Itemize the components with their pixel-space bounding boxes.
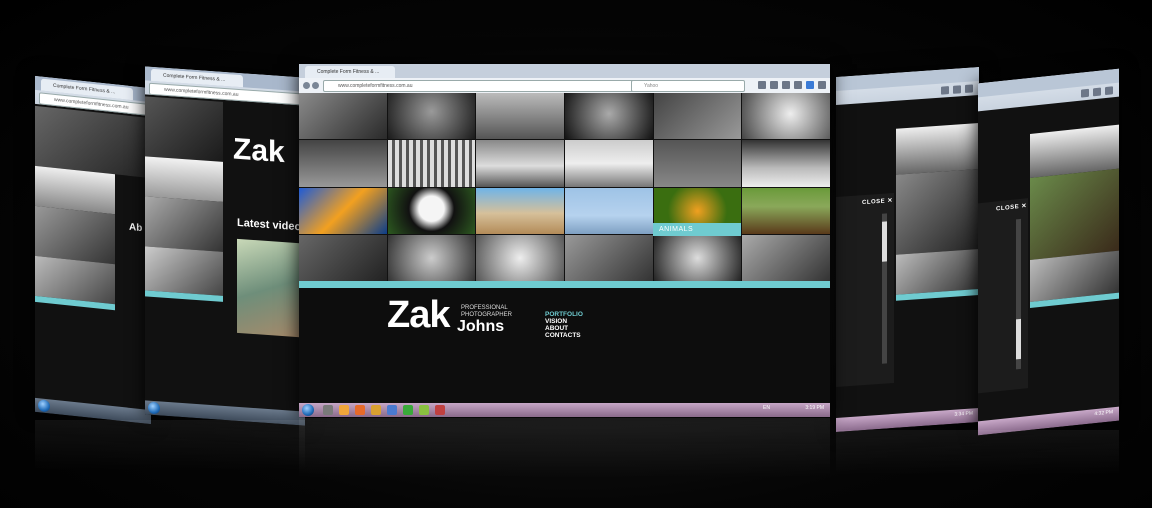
sync-icon[interactable]	[806, 81, 814, 89]
photo-tile[interactable]	[564, 234, 653, 281]
photo-tile	[145, 246, 223, 296]
photo-tile[interactable]	[299, 93, 387, 140]
menu-icon[interactable]	[965, 84, 973, 93]
home-icon[interactable]	[1093, 87, 1101, 97]
photo-grid	[299, 93, 830, 281]
taskbar-clock: 3:34 PM	[954, 410, 973, 418]
photo-tile[interactable]	[387, 234, 476, 281]
tab-bar: Complete Form Fitness & ...	[299, 64, 830, 78]
photo-tile[interactable]	[564, 140, 653, 187]
photo-tile[interactable]	[653, 93, 742, 140]
section-heading: Latest video	[237, 216, 302, 234]
photo-tile	[145, 96, 223, 162]
brand-logo[interactable]: Zak PROFESSIONAL PHOTOGRAPHER Johns	[387, 294, 512, 336]
photo-tile[interactable]	[742, 234, 830, 281]
floor-reflection	[35, 420, 305, 470]
scrollbar-thumb[interactable]	[1016, 318, 1021, 360]
photo-tile[interactable]	[387, 140, 476, 187]
brand-subtitle: PROFESSIONAL PHOTOGRAPHER	[461, 305, 512, 318]
menu-icon[interactable]	[818, 81, 826, 89]
brand-last-name: Johns	[457, 318, 505, 335]
photo-tile	[35, 205, 115, 265]
left-browser-window: Complete Form Fitness & ... www.complete…	[35, 75, 151, 425]
taskbar-app-icon[interactable]	[419, 405, 429, 415]
taskbar-app-icon[interactable]	[339, 405, 349, 415]
brand-first-name: Zak	[387, 294, 450, 336]
category-label[interactable]: ANIMALS	[653, 223, 741, 236]
photo-tile	[145, 156, 223, 202]
start-orb-icon[interactable]	[38, 399, 50, 413]
menu-item-vision[interactable]: VISION	[545, 318, 583, 325]
menu-icon[interactable]	[1105, 86, 1113, 96]
section-heading: Ab	[129, 221, 143, 235]
photo-tile[interactable]	[476, 234, 564, 281]
right-browser-window: CLOSE ✕ 3:34 PM	[836, 67, 979, 432]
star-icon[interactable]	[941, 86, 949, 95]
home-icon[interactable]	[953, 85, 961, 94]
scrollbar-thumb[interactable]	[882, 221, 887, 262]
start-orb-icon[interactable]	[148, 401, 160, 415]
star-icon[interactable]	[1081, 88, 1089, 98]
teal-band	[299, 281, 830, 288]
photo-tile	[896, 169, 979, 255]
photo-tile[interactable]	[653, 234, 742, 281]
photo-tile[interactable]	[299, 140, 387, 187]
download-icon[interactable]	[782, 81, 790, 89]
star-icon[interactable]	[758, 81, 766, 89]
main-menu: PORTFOLIO VISION ABOUT CONTACTS	[545, 311, 583, 339]
scrollbar[interactable]	[1016, 218, 1021, 370]
taskbar-app-icon[interactable]	[403, 405, 413, 415]
right-browser-window-2: CLOSE ✕ 4:32 PM	[978, 68, 1119, 436]
menu-item-portfolio[interactable]: PORTFOLIO	[545, 311, 583, 318]
taskbar: EN 3:19 PM	[299, 403, 830, 417]
photo-tile[interactable]	[476, 140, 564, 187]
scrollbar[interactable]	[882, 213, 887, 364]
floor-reflection	[299, 418, 830, 478]
start-orb-icon[interactable]	[302, 404, 314, 416]
close-icon[interactable]: ✕	[1021, 203, 1027, 210]
photo-tile[interactable]	[653, 140, 742, 187]
taskbar-app-icon[interactable]	[435, 405, 445, 415]
photo-tile[interactable]	[564, 187, 653, 234]
close-icon[interactable]: ✕	[887, 198, 893, 204]
left-browser-window-2: Complete Form Fitness & ... www.complete…	[145, 66, 305, 426]
taskbar: 3:34 PM	[836, 408, 979, 432]
menu-item-about[interactable]: ABOUT	[545, 325, 583, 332]
search-input[interactable]: Yahoo	[631, 80, 745, 92]
back-icon[interactable]	[303, 82, 310, 89]
taskbar-clock: 4:32 PM	[1094, 409, 1113, 418]
photo-tile[interactable]	[742, 187, 830, 234]
photo-tile[interactable]	[742, 140, 830, 187]
address-bar[interactable]: www.completeformfitness.com.au	[323, 80, 649, 92]
menu-item-contacts[interactable]: CONTACTS	[545, 332, 583, 339]
photo-tile	[145, 196, 223, 252]
taskbar-app-icon[interactable]	[371, 405, 381, 415]
photo-tile[interactable]	[299, 234, 387, 281]
photo-tile[interactable]	[387, 187, 476, 234]
photo-tile[interactable]	[387, 93, 476, 140]
photo-tile[interactable]	[299, 187, 387, 234]
brand-logo: Zak	[233, 132, 285, 170]
main-browser-window: Complete Form Fitness & ... www.complete…	[299, 64, 830, 417]
photo-tile	[896, 249, 979, 295]
photo-tile[interactable]	[476, 187, 564, 234]
photo-tile[interactable]	[476, 93, 564, 140]
video-player[interactable]	[237, 238, 305, 338]
taskbar-app-icon[interactable]	[323, 405, 333, 415]
taskbar-clock: 3:19 PM	[805, 405, 824, 411]
photo-tile	[1030, 168, 1119, 260]
url-bar-row: www.completeformfitness.com.au Yahoo	[299, 78, 830, 93]
bookmarks-icon[interactable]	[770, 81, 778, 89]
photo-tile	[896, 123, 979, 175]
forward-icon[interactable]	[312, 82, 319, 89]
photo-tile[interactable]	[564, 93, 653, 140]
browser-tab[interactable]: Complete Form Fitness & ...	[305, 66, 395, 78]
tray-language[interactable]: EN	[763, 405, 770, 411]
home-icon[interactable]	[794, 81, 802, 89]
taskbar-app-icon[interactable]	[387, 405, 397, 415]
photo-tile[interactable]	[742, 93, 830, 140]
taskbar-app-icon[interactable]	[355, 405, 365, 415]
floor-reflection	[836, 430, 1119, 475]
